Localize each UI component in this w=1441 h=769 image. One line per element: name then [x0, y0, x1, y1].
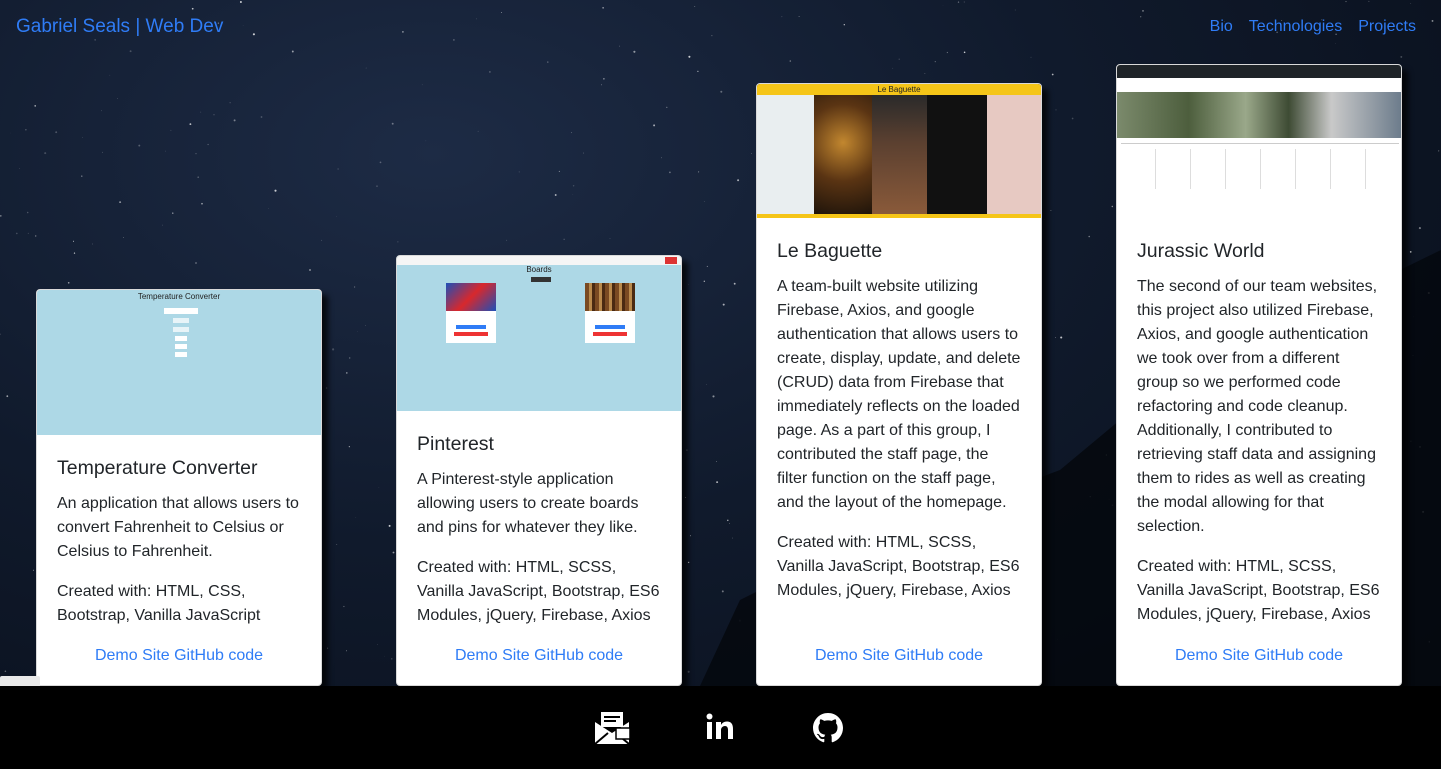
- nav-links: Bio Technologies Projects: [1210, 18, 1416, 36]
- github-code-link[interactable]: GitHub code: [1254, 647, 1343, 664]
- thumb-title: Temperature Converter: [137, 292, 221, 301]
- card-description: An application that allows users to conv…: [57, 495, 299, 560]
- card-title: Jurassic World: [1137, 240, 1265, 262]
- github-code-link[interactable]: GitHub code: [174, 647, 263, 664]
- card-description: A team-built website utilizing Firebase,…: [777, 278, 1021, 511]
- nav-link-technologies[interactable]: Technologies: [1249, 18, 1342, 36]
- project-thumbnail: Boards: [397, 256, 681, 411]
- card-title: Pinterest: [417, 433, 494, 455]
- project-card-pinterest: Boards Pinterest A Pinterest-style appli…: [396, 255, 682, 686]
- demo-site-link[interactable]: Demo Site: [455, 647, 530, 664]
- nav-link-projects[interactable]: Projects: [1358, 18, 1416, 36]
- project-thumbnail: Temperature Converter: [37, 290, 321, 435]
- thumb-title: Boards: [526, 265, 552, 274]
- project-card-le-baguette: Le Baguette Le Baguette A team-built web…: [756, 83, 1042, 686]
- card-title: Le Baguette: [777, 240, 883, 262]
- demo-site-link[interactable]: Demo Site: [95, 647, 170, 664]
- footer: [0, 686, 1441, 769]
- github-icon[interactable]: [808, 708, 848, 748]
- card-tech: Created with: HTML, CSS, Bootstrap, Vani…: [57, 583, 261, 624]
- card-title: Temperature Converter: [57, 457, 258, 479]
- nav-link-bio[interactable]: Bio: [1210, 18, 1233, 36]
- project-card-temperature-converter: Temperature Converter Temperature Conver…: [36, 289, 322, 686]
- thumb-title: Le Baguette: [877, 85, 921, 94]
- email-icon[interactable]: [592, 708, 632, 748]
- demo-site-link[interactable]: Demo Site: [815, 647, 890, 664]
- brand-link[interactable]: Gabriel Seals | Web Dev: [16, 16, 223, 38]
- linkedin-icon[interactable]: [700, 708, 740, 748]
- project-thumbnail: Le Baguette: [757, 84, 1041, 218]
- project-thumbnail: [1117, 65, 1401, 218]
- card-tech: Created with: HTML, SCSS, Vanilla JavaSc…: [1137, 558, 1380, 623]
- card-description: A Pinterest-style application allowing u…: [417, 471, 639, 536]
- github-code-link[interactable]: GitHub code: [894, 647, 983, 664]
- github-code-link[interactable]: GitHub code: [534, 647, 623, 664]
- card-tech: Created with: HTML, SCSS, Vanilla JavaSc…: [417, 559, 660, 624]
- demo-site-link[interactable]: Demo Site: [1175, 647, 1250, 664]
- card-description: The second of our team websites, this pr…: [1137, 278, 1378, 535]
- card-tech: Created with: HTML, SCSS, Vanilla JavaSc…: [777, 534, 1020, 599]
- project-card-jurassic-world: Jurassic World The second of our team we…: [1116, 64, 1402, 686]
